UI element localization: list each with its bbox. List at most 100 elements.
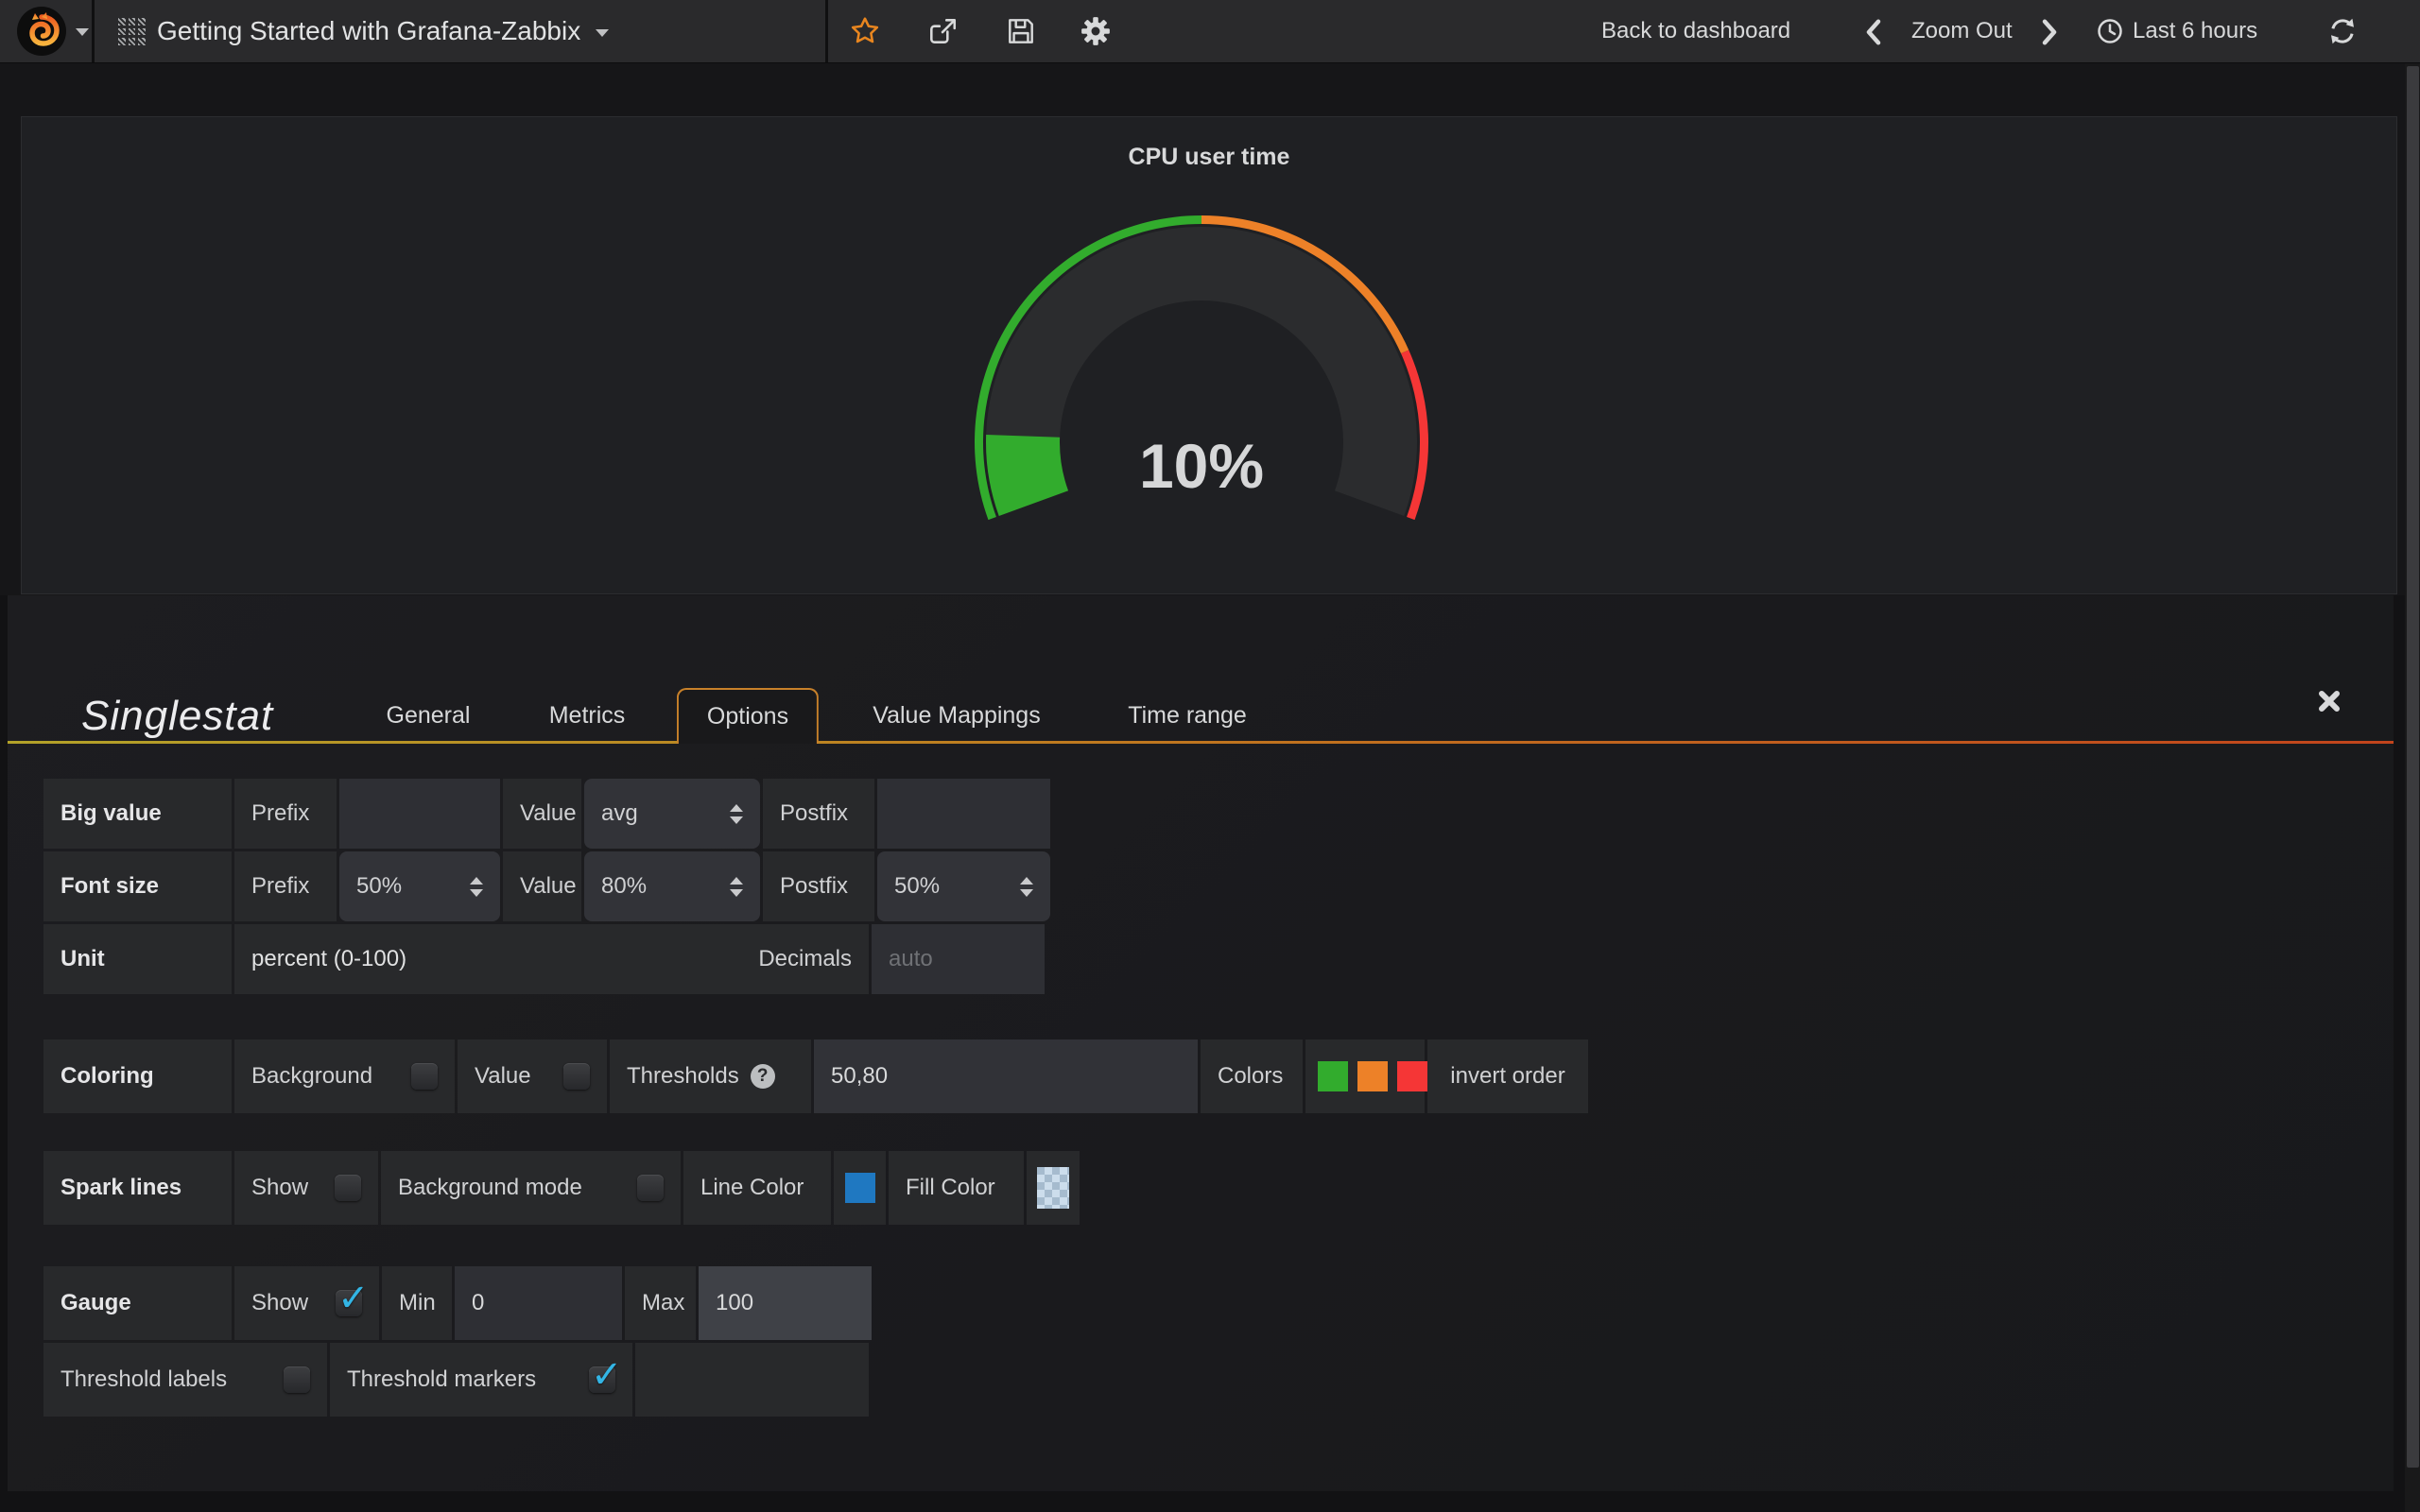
threshold-labels-cell: Threshold labels — [43, 1343, 327, 1417]
tab-general[interactable]: General — [358, 690, 499, 741]
dashboard-title-dropdown[interactable]: Getting Started with Grafana-Zabbix — [157, 0, 609, 62]
prefix-label: Prefix — [234, 851, 337, 921]
min-input-cell — [455, 1266, 622, 1340]
max-input-cell — [699, 1266, 872, 1340]
thresholds-label-cell: Thresholds — [610, 1040, 811, 1113]
big-value-label: Big value — [43, 779, 232, 849]
value-label: Value — [503, 779, 581, 849]
font-size-label: Font size — [43, 851, 232, 921]
thresholds-input[interactable] — [814, 1040, 1198, 1113]
time-shift-left-button[interactable] — [1857, 15, 1891, 49]
select-arrows-icon — [730, 877, 743, 897]
decimals-input-cell — [872, 924, 1045, 994]
big-value-postfix-input[interactable] — [877, 779, 1050, 849]
select-arrows-icon — [1020, 877, 1033, 897]
threshold-markers-label: Threshold markers — [347, 1366, 536, 1393]
line-color-swatch[interactable] — [845, 1173, 875, 1203]
tab-value-mappings[interactable]: Value Mappings — [844, 690, 1068, 741]
gauge-label: Gauge — [43, 1266, 232, 1340]
threshold-color-swatch-red[interactable] — [1397, 1061, 1427, 1091]
zoom-out-button[interactable]: Zoom Out — [1911, 0, 2013, 62]
max-label: Max — [625, 1266, 696, 1340]
background-mode-checkbox[interactable] — [637, 1175, 664, 1201]
postfix-size-selected: 50% — [894, 873, 940, 900]
gauge-row: Gauge Show Min Max — [43, 1266, 872, 1340]
dashboard-grid-icon — [118, 18, 146, 45]
star-favorite-button[interactable] — [848, 14, 882, 48]
share-button[interactable] — [925, 14, 959, 48]
close-editor-button[interactable] — [2314, 686, 2344, 716]
value-checkbox[interactable] — [563, 1063, 590, 1090]
big-value-row: Big value Prefix Value avg Postfix — [43, 779, 1050, 849]
background-toggle-cell: Background — [234, 1040, 455, 1113]
prefix-size-select[interactable]: 50% — [339, 851, 500, 921]
prefix-label: Prefix — [234, 779, 337, 849]
postfix-input-cell — [877, 779, 1050, 849]
threshold-color-swatch-orange[interactable] — [1357, 1061, 1388, 1091]
invert-order-link[interactable]: invert order — [1427, 1040, 1588, 1113]
big-value-prefix-input[interactable] — [339, 779, 500, 849]
cpu-user-time-panel[interactable]: CPU user time 10% — [21, 116, 2397, 594]
gauge-min-input[interactable] — [455, 1266, 622, 1340]
dashboard-title-caret-icon — [596, 29, 609, 37]
value-toggle-cell: Value — [458, 1040, 607, 1113]
postfix-label: Postfix — [763, 851, 874, 921]
background-checkbox[interactable] — [411, 1063, 438, 1090]
gauge-max-input[interactable] — [699, 1266, 872, 1340]
tab-underline — [8, 741, 2394, 744]
sparkline-show-checkbox[interactable] — [335, 1175, 361, 1201]
postfix-size-select[interactable]: 50% — [877, 851, 1050, 921]
grafana-logo-icon[interactable] — [15, 5, 68, 58]
gauge-show-checkbox[interactable] — [336, 1290, 362, 1316]
spark-lines-label: Spark lines — [43, 1151, 232, 1225]
decimals-input[interactable] — [872, 924, 1045, 994]
threshold-markers-checkbox[interactable] — [589, 1366, 615, 1393]
select-arrows-icon — [730, 804, 743, 824]
time-shift-right-button[interactable] — [2032, 15, 2066, 49]
line-color-label: Line Color — [683, 1151, 831, 1225]
tab-options[interactable]: Options — [677, 688, 819, 744]
background-mode-cell: Background mode — [381, 1151, 681, 1225]
dashboard-title: Getting Started with Grafana-Zabbix — [157, 16, 580, 46]
coloring-label: Coloring — [43, 1040, 232, 1113]
scrollbar-thumb[interactable] — [2407, 66, 2419, 1468]
value-stat-select[interactable]: avg — [584, 779, 760, 849]
save-button[interactable] — [1004, 14, 1038, 48]
threshold-labels-checkbox[interactable] — [284, 1366, 310, 1393]
clock-icon[interactable] — [2093, 14, 2127, 48]
show-label: Show — [251, 1290, 308, 1316]
thresholds-label: Thresholds — [627, 1063, 739, 1090]
value-label: Value — [503, 851, 581, 921]
select-arrows-icon — [470, 877, 483, 897]
threshold-markers-cell: Threshold markers — [330, 1343, 632, 1417]
spark-lines-row: Spark lines Show Background mode Line Co… — [43, 1151, 1080, 1225]
panel-title[interactable]: CPU user time — [22, 144, 2396, 171]
unit-dropdown[interactable]: percent (0-100) — [251, 946, 406, 972]
back-to-dashboard-button[interactable]: Back to dashboard — [1601, 0, 1790, 62]
threshold-labels-label: Threshold labels — [60, 1366, 227, 1393]
fill-color-label: Fill Color — [889, 1151, 1024, 1225]
line-color-cell — [834, 1151, 886, 1225]
threshold-color-swatch-green[interactable] — [1318, 1061, 1348, 1091]
value-stat-selected: avg — [601, 800, 638, 827]
logo-menu-caret-icon[interactable] — [76, 28, 89, 36]
background-mode-label: Background mode — [398, 1175, 582, 1201]
prefix-input-cell — [339, 779, 500, 849]
tab-metrics[interactable]: Metrics — [521, 690, 654, 741]
value-options-table: Big value Prefix Value avg Postfix Font … — [43, 779, 1050, 994]
fill-color-swatch[interactable] — [1037, 1167, 1069, 1209]
top-navbar: Getting Started with Grafana-Zabbix /*te… — [0, 0, 2420, 62]
fill-color-cell — [1027, 1151, 1080, 1225]
decimals-label: Decimals — [758, 946, 852, 972]
refresh-icon[interactable] — [2325, 14, 2360, 48]
value-size-select[interactable]: 80% — [584, 851, 760, 921]
thresholds-input-cell — [814, 1040, 1198, 1113]
spark-lines-table: Spark lines Show Background mode Line Co… — [43, 1151, 1080, 1225]
help-icon[interactable] — [751, 1064, 775, 1089]
tab-time-range[interactable]: Time range — [1099, 690, 1275, 741]
postfix-label: Postfix — [763, 779, 874, 849]
unit-label: Unit — [43, 924, 232, 994]
time-range-picker[interactable]: Last 6 hours — [2133, 0, 2257, 62]
colors-label: Colors — [1201, 1040, 1303, 1113]
settings-gear-icon[interactable]: /*teeth built below*/ — [1079, 14, 1113, 48]
